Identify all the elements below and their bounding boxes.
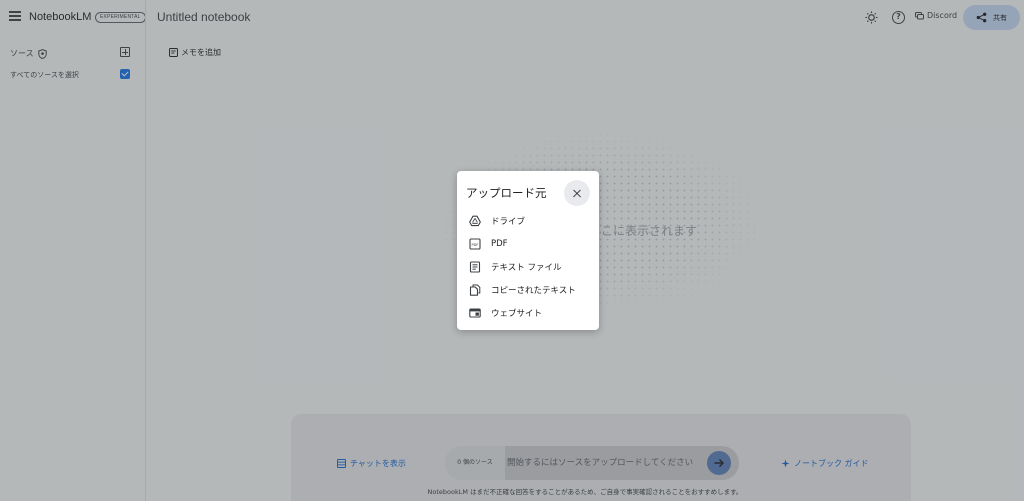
upload-option-label: PDF xyxy=(491,239,508,249)
upload-option-label: テキスト ファイル xyxy=(491,263,562,273)
upload-option-copied-text[interactable]: コピーされたテキスト xyxy=(469,281,591,299)
copy-icon xyxy=(469,284,481,296)
dialog-title: アップロード元 xyxy=(466,186,547,200)
upload-option-label: ウェブサイト xyxy=(491,309,543,319)
upload-option-drive[interactable]: ドライブ xyxy=(469,212,591,230)
drive-icon xyxy=(469,215,481,227)
upload-option-label: コピーされたテキスト xyxy=(491,286,576,296)
pdf-icon: PDF xyxy=(469,238,481,250)
upload-option-label: ドライブ xyxy=(491,217,526,227)
upload-dialog: アップロード元 ドライブ PDF PDF テキスト ファイル コピーされたテキス… xyxy=(457,171,599,330)
upload-option-text-file[interactable]: テキスト ファイル xyxy=(469,258,591,276)
svg-text:PDF: PDF xyxy=(471,243,478,247)
app-root: NotebookLM EXPERIMENTAL Untitled noteboo… xyxy=(0,0,1024,501)
text-file-icon xyxy=(469,261,481,273)
website-icon xyxy=(469,308,481,318)
upload-option-pdf[interactable]: PDF PDF xyxy=(469,235,591,253)
upload-option-website[interactable]: ウェブサイト xyxy=(469,304,591,322)
close-icon[interactable] xyxy=(564,180,590,206)
